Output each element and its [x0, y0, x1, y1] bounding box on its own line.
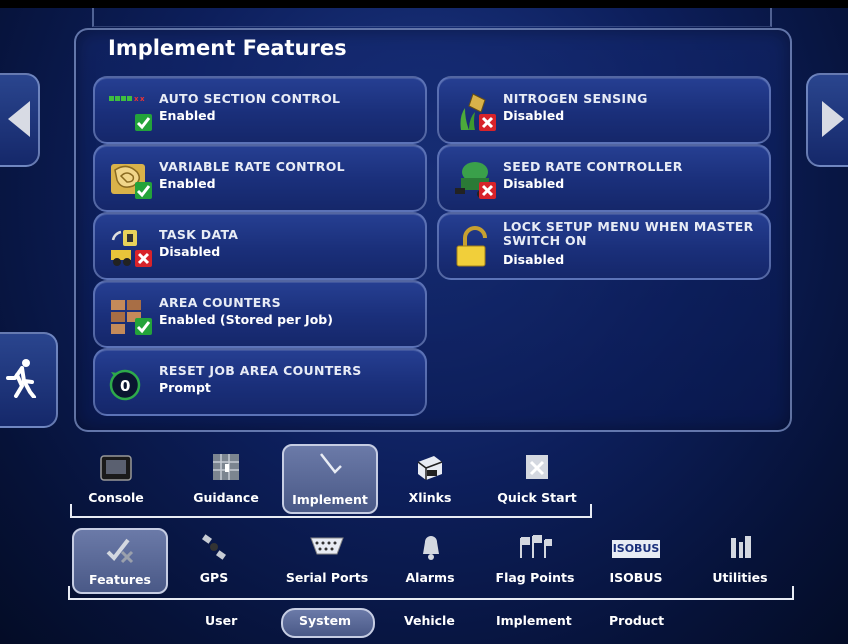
lock-setup-menu-button[interactable]: LOCK SETUP MENU WHEN MASTER SWITCH ON Di… [437, 212, 771, 280]
tab-serial-ports[interactable]: Serial Ports [280, 528, 374, 590]
seed-rate-controller-button[interactable]: SEED RATE CONTROLLER Disabled [437, 144, 771, 212]
tab-guidance[interactable]: Guidance [186, 448, 266, 510]
level1-bracket [70, 504, 592, 518]
tab-alarms[interactable]: Alarms [400, 528, 460, 590]
tab-user[interactable]: User [205, 613, 237, 628]
enabled-check-icon [135, 182, 152, 199]
isobus-logo-icon: ISOBUS [612, 540, 660, 558]
features-icon [106, 538, 134, 564]
tab-label: Serial Ports [285, 570, 369, 585]
tab-label: Console [88, 490, 144, 505]
tab-isobus[interactable]: ISOBUS ISOBUS [604, 528, 668, 590]
tab-label: Quick Start [497, 490, 577, 505]
padlock-icon [456, 226, 487, 267]
satellite-icon [202, 534, 226, 560]
variable-rate-control-button[interactable]: VARIABLE RATE CONTROL Enabled [93, 144, 427, 212]
previous-page-button[interactable] [0, 73, 40, 167]
quick-start-icon [526, 455, 548, 479]
top-band [0, 0, 848, 8]
tab-product[interactable]: Product [609, 613, 664, 628]
console-icon [100, 455, 132, 481]
feature-value: Enabled [159, 108, 216, 123]
tab-vehicle[interactable]: Vehicle [404, 613, 455, 628]
screen: Implement Features x x AUTO SECTION CONT… [0, 0, 848, 644]
feature-name: LOCK SETUP MENU WHEN MASTER SWITCH ON [503, 219, 754, 248]
previous-panel-edge [92, 8, 772, 27]
task-data-button[interactable]: TASK DATA Disabled [93, 212, 427, 280]
serial-port-icon [310, 537, 344, 555]
disabled-cross-icon [479, 182, 496, 199]
right-arrow-icon [822, 101, 844, 137]
tab-gps[interactable]: GPS [186, 528, 242, 590]
feature-value: Disabled [503, 252, 565, 267]
reset-job-area-counters-button[interactable]: 0 RESET JOB AREA COUNTERS Prompt [93, 348, 427, 416]
tab-label: Utilities [712, 570, 768, 585]
reset-counter-icon: 0 [109, 369, 141, 401]
disabled-cross-icon [479, 114, 496, 131]
auto-section-control-button[interactable]: x x AUTO SECTION CONTROL Enabled [93, 76, 427, 144]
area-counters-button[interactable]: AREA COUNTERS Enabled (Stored per Job) [93, 280, 427, 348]
guidance-icon [213, 454, 239, 480]
tab-label: Flag Points [495, 570, 575, 585]
nitrogen-sensing-button[interactable]: NITROGEN SENSING Disabled [437, 76, 771, 144]
enabled-check-icon [135, 318, 152, 335]
tab-system[interactable]: System [299, 613, 351, 628]
running-man-icon [6, 359, 36, 398]
tab-xlinks[interactable]: Xlinks [398, 448, 462, 510]
xlinks-icon [417, 456, 443, 480]
tab-flag-points[interactable]: Flag Points [486, 528, 584, 590]
flags-icon [520, 535, 552, 558]
tab-label: ISOBUS [609, 570, 663, 585]
tab-label: Guidance [193, 490, 259, 505]
feature-name: RESET JOB AREA COUNTERS [159, 363, 362, 378]
feature-value: Enabled (Stored per Job) [159, 312, 333, 327]
enabled-check-icon [135, 114, 152, 131]
feature-name: AREA COUNTERS [159, 295, 281, 310]
panel-title: Implement Features [108, 36, 347, 60]
level2-bracket [68, 586, 794, 600]
feature-name: TASK DATA [159, 227, 239, 242]
feature-value: Disabled [503, 176, 565, 191]
left-arrow-icon [8, 101, 30, 137]
disabled-cross-icon [135, 250, 152, 267]
tab-quick-start[interactable]: Quick Start [490, 448, 584, 510]
tab-features[interactable]: Features [72, 528, 168, 594]
feature-name: SEED RATE CONTROLLER [503, 159, 683, 174]
bell-icon [423, 536, 439, 560]
tab-label: Features [89, 572, 151, 587]
tools-icon [731, 536, 751, 558]
feature-name: VARIABLE RATE CONTROL [159, 159, 345, 174]
tab-implement-category[interactable]: Implement [496, 613, 572, 628]
tab-label: GPS [199, 570, 229, 585]
feature-value: Prompt [159, 380, 211, 395]
feature-value: Enabled [159, 176, 216, 191]
feature-name: AUTO SECTION CONTROL [159, 91, 341, 106]
svg-text:x: x [140, 95, 145, 103]
tab-console[interactable]: Console [80, 448, 152, 510]
svg-text:0: 0 [120, 377, 130, 395]
svg-text:x: x [134, 95, 139, 103]
feature-value: Disabled [503, 108, 565, 123]
implement-icon [320, 453, 342, 474]
next-page-button[interactable] [806, 73, 848, 167]
tab-utilities[interactable]: Utilities [702, 528, 778, 590]
run-screen-button[interactable] [0, 332, 58, 428]
tab-label: Xlinks [408, 490, 452, 505]
feature-name: NITROGEN SENSING [503, 91, 648, 106]
feature-value: Disabled [159, 244, 221, 259]
tab-label: Alarms [405, 570, 455, 585]
